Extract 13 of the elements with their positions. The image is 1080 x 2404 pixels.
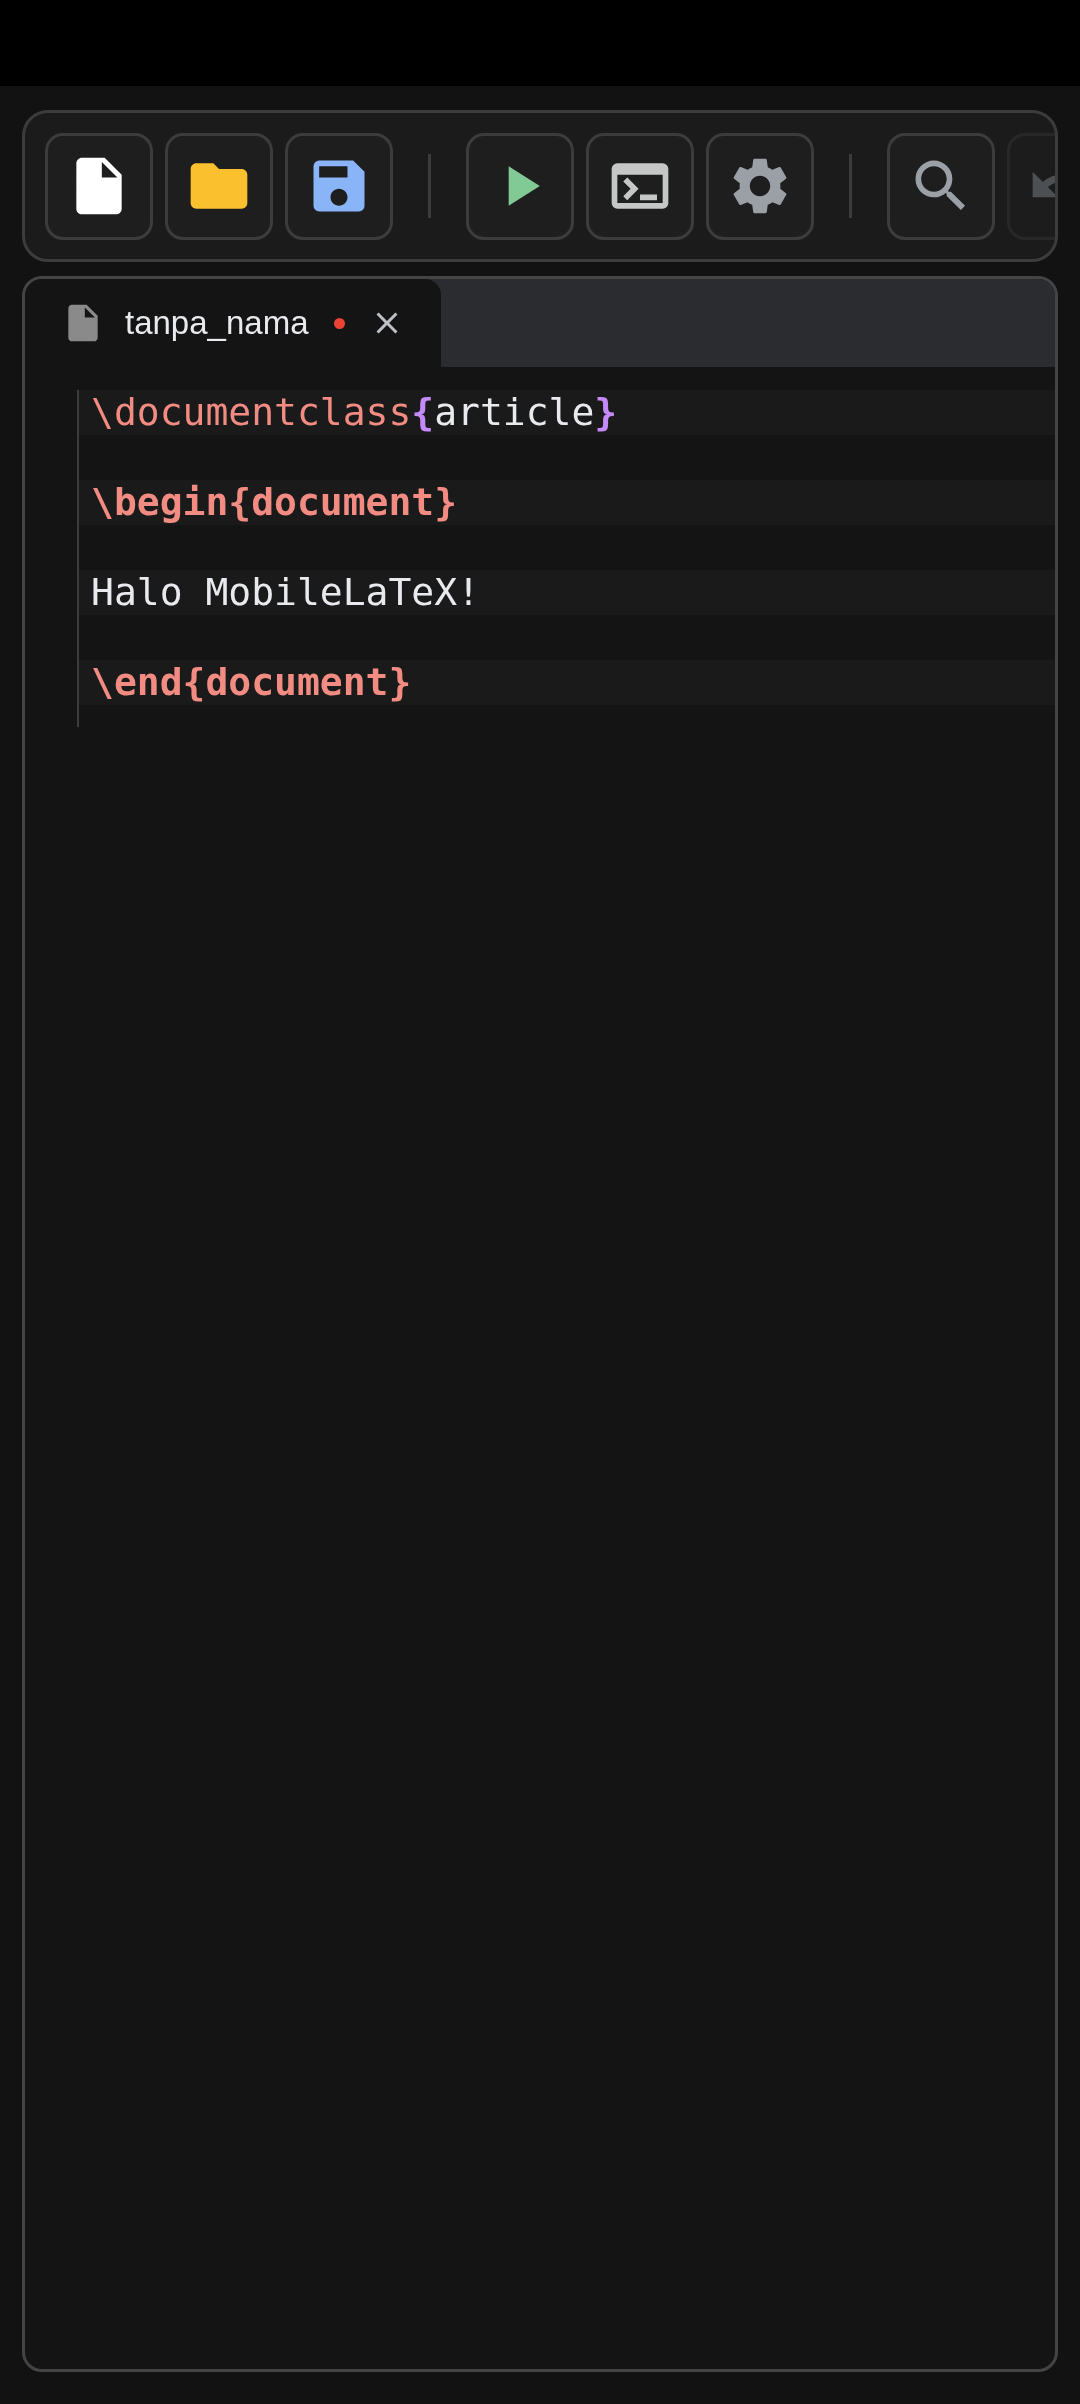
run-button[interactable] xyxy=(466,132,574,240)
save-button[interactable] xyxy=(285,132,393,240)
code-line: \begin{document} xyxy=(91,480,458,525)
tab-title: tanpa_nama xyxy=(125,303,309,344)
settings-button[interactable] xyxy=(706,132,814,240)
terminal-button[interactable] xyxy=(586,132,694,240)
new-file-button[interactable] xyxy=(45,132,153,240)
file-tab[interactable]: tanpa_nama xyxy=(25,279,442,367)
code-line: \end{document} xyxy=(91,660,412,705)
search-button[interactable] xyxy=(887,132,995,240)
code-line: Halo MobileLaTeX! xyxy=(91,570,480,615)
open-file-button[interactable] xyxy=(165,132,273,240)
code-line: \documentclass{article} xyxy=(91,390,618,435)
